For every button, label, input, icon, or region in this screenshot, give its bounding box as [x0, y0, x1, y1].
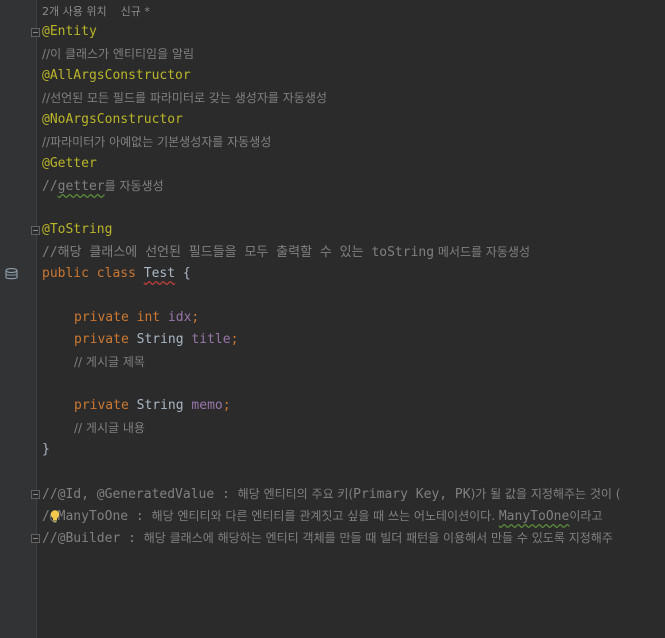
code-line[interactable]: public class Test {	[42, 263, 665, 285]
comment-part: /	[42, 509, 50, 524]
code-line[interactable]: //파라미터가 아예없는 기본생성자를 자동생성	[42, 131, 665, 153]
code-line[interactable]: @Getter	[42, 153, 665, 175]
comment: //이 클래스가 엔티티임을 알림	[42, 47, 195, 61]
code-line-empty[interactable]	[42, 197, 665, 219]
keyword: private int	[74, 310, 168, 325]
comment-part: //@Id, @GeneratedValue :	[42, 487, 238, 502]
annotation-allargs: @AllArgsConstructor	[42, 68, 191, 83]
comment: // 게시글 내용	[74, 421, 145, 435]
brace: {	[175, 266, 191, 281]
code-line-empty[interactable]	[42, 461, 665, 483]
code-line[interactable]: @Entity	[42, 21, 665, 43]
code-line[interactable]: //@Id, @GeneratedValue : 해당 엔티티의 주요 키(Pr…	[42, 483, 665, 505]
code-line[interactable]: /@ManyToOne : 해당 엔티티와 다른 엔티티를 관계짓고 싶을 때 …	[42, 505, 665, 527]
usages-count[interactable]: 2개 사용 위치	[42, 5, 107, 18]
fold-marker-icon[interactable]	[31, 490, 40, 499]
code-line[interactable]: //@Builder : 해당 클래스에 해당하는 엔티티 객체를 만들 때 빌…	[42, 527, 665, 549]
semicolon: ;	[230, 332, 239, 347]
code-line[interactable]: private String memo;	[42, 395, 665, 417]
comment-part: 해당 클래스에 해당하는 엔티티 객체를 만들 때 빌더 패턴을 이용해서 만들…	[143, 531, 613, 545]
comment-part: 메서드를 자동생성	[434, 245, 531, 259]
comment-part: 해당 엔티티와 다른 엔티티를 관계짓고 싶을 때 쓰는 어노테이션이다.	[151, 509, 499, 523]
annotation-entity: @Entity	[42, 24, 97, 39]
comment-part: toString	[371, 245, 435, 260]
fold-marker-icon[interactable]	[31, 534, 40, 543]
code-line[interactable]: private int idx;	[42, 307, 665, 329]
annotation-noargs: @NoArgsConstructor	[42, 112, 183, 127]
keyword: public class	[42, 266, 144, 281]
fold-marker-icon[interactable]	[31, 226, 40, 235]
code-line[interactable]: @NoArgsConstructor	[42, 109, 665, 131]
keyword: private	[74, 398, 137, 413]
code-line[interactable]: }	[42, 439, 665, 461]
comment-part: ManyToOne	[498, 509, 570, 524]
comment: // 게시글 제목	[74, 355, 145, 369]
code-line-empty[interactable]	[42, 285, 665, 307]
comment: //해당 클래스에 선언된 필드들을 모두 출력할 수 있는 toString …	[42, 245, 531, 260]
comment: //@Id, @GeneratedValue : 해당 엔티티의 주요 키(Pr…	[42, 487, 621, 502]
field-name: memo	[191, 398, 223, 413]
comment-part: 해당 엔티티의 주요 키(	[237, 487, 354, 501]
comment-part: )가 될 값을 지정해주는 것이 (	[470, 487, 621, 501]
code-line[interactable]: @ToString	[42, 219, 665, 241]
field-name: title	[191, 332, 231, 347]
semicolon: ;	[191, 310, 200, 325]
code-line[interactable]: //getter를 자동생성	[42, 175, 665, 197]
code-line[interactable]: // 게시글 내용	[42, 417, 665, 439]
code-line[interactable]: //이 클래스가 엔티티임을 알림	[42, 43, 665, 65]
code-line[interactable]: private String title;	[42, 329, 665, 351]
code-editor[interactable]: @Entity //이 클래스가 엔티티임을 알림 @AllArgsConstr…	[42, 21, 665, 549]
comment-part: //해당 클래스에 선언된 필드들을 모두 출력할 수 있는	[42, 245, 372, 260]
code-line[interactable]: // 게시글 제목	[42, 351, 665, 373]
keyword: private	[74, 332, 137, 347]
comment-suffix: 를 자동생성	[104, 179, 164, 193]
annotation-getter: @Getter	[42, 156, 97, 171]
comment: //선언된 모든 필드를 파라미터로 갖는 생성자를 자동생성	[42, 91, 327, 105]
field-name: idx	[167, 310, 192, 325]
new-author-hint[interactable]: 신규 *	[121, 5, 150, 18]
comment: //파라미터가 아예없는 기본생성자를 자동생성	[42, 135, 272, 149]
type-name: String	[136, 398, 192, 413]
intention-bulb-icon[interactable]	[50, 510, 60, 523]
fold-marker-icon[interactable]	[31, 28, 40, 37]
comment-part: 이라고	[569, 509, 603, 523]
comment: //@Builder : 해당 클래스에 해당하는 엔티티 객체를 만들 때 빌…	[42, 531, 613, 546]
code-line[interactable]: //해당 클래스에 선언된 필드들을 모두 출력할 수 있는 toString …	[42, 241, 665, 263]
comment-prefix: //	[42, 179, 58, 194]
usage-hint[interactable]: 2개 사용 위치 신규 *	[42, 3, 164, 19]
type-name: String	[136, 332, 192, 347]
code-line-empty[interactable]	[42, 373, 665, 395]
comment-getter-word: getter	[57, 179, 105, 194]
class-name: Test	[143, 266, 176, 281]
annotation-tostring: @ToString	[42, 222, 113, 237]
comment: /@ManyToOne : 해당 엔티티와 다른 엔티티를 관계짓고 싶을 때 …	[42, 509, 603, 524]
code-line[interactable]: //선언된 모든 필드를 파라미터로 갖는 생성자를 자동생성	[42, 87, 665, 109]
comment-part: //@Builder :	[42, 531, 144, 546]
code-line[interactable]: @AllArgsConstructor	[42, 65, 665, 87]
comment-part: @ManyToOne :	[49, 509, 152, 524]
database-icon[interactable]	[5, 268, 18, 280]
closing-brace: }	[42, 442, 50, 457]
comment-part: Primary Key, PK	[353, 487, 471, 502]
semicolon: ;	[222, 398, 231, 413]
comment: //getter를 자동생성	[42, 179, 164, 194]
